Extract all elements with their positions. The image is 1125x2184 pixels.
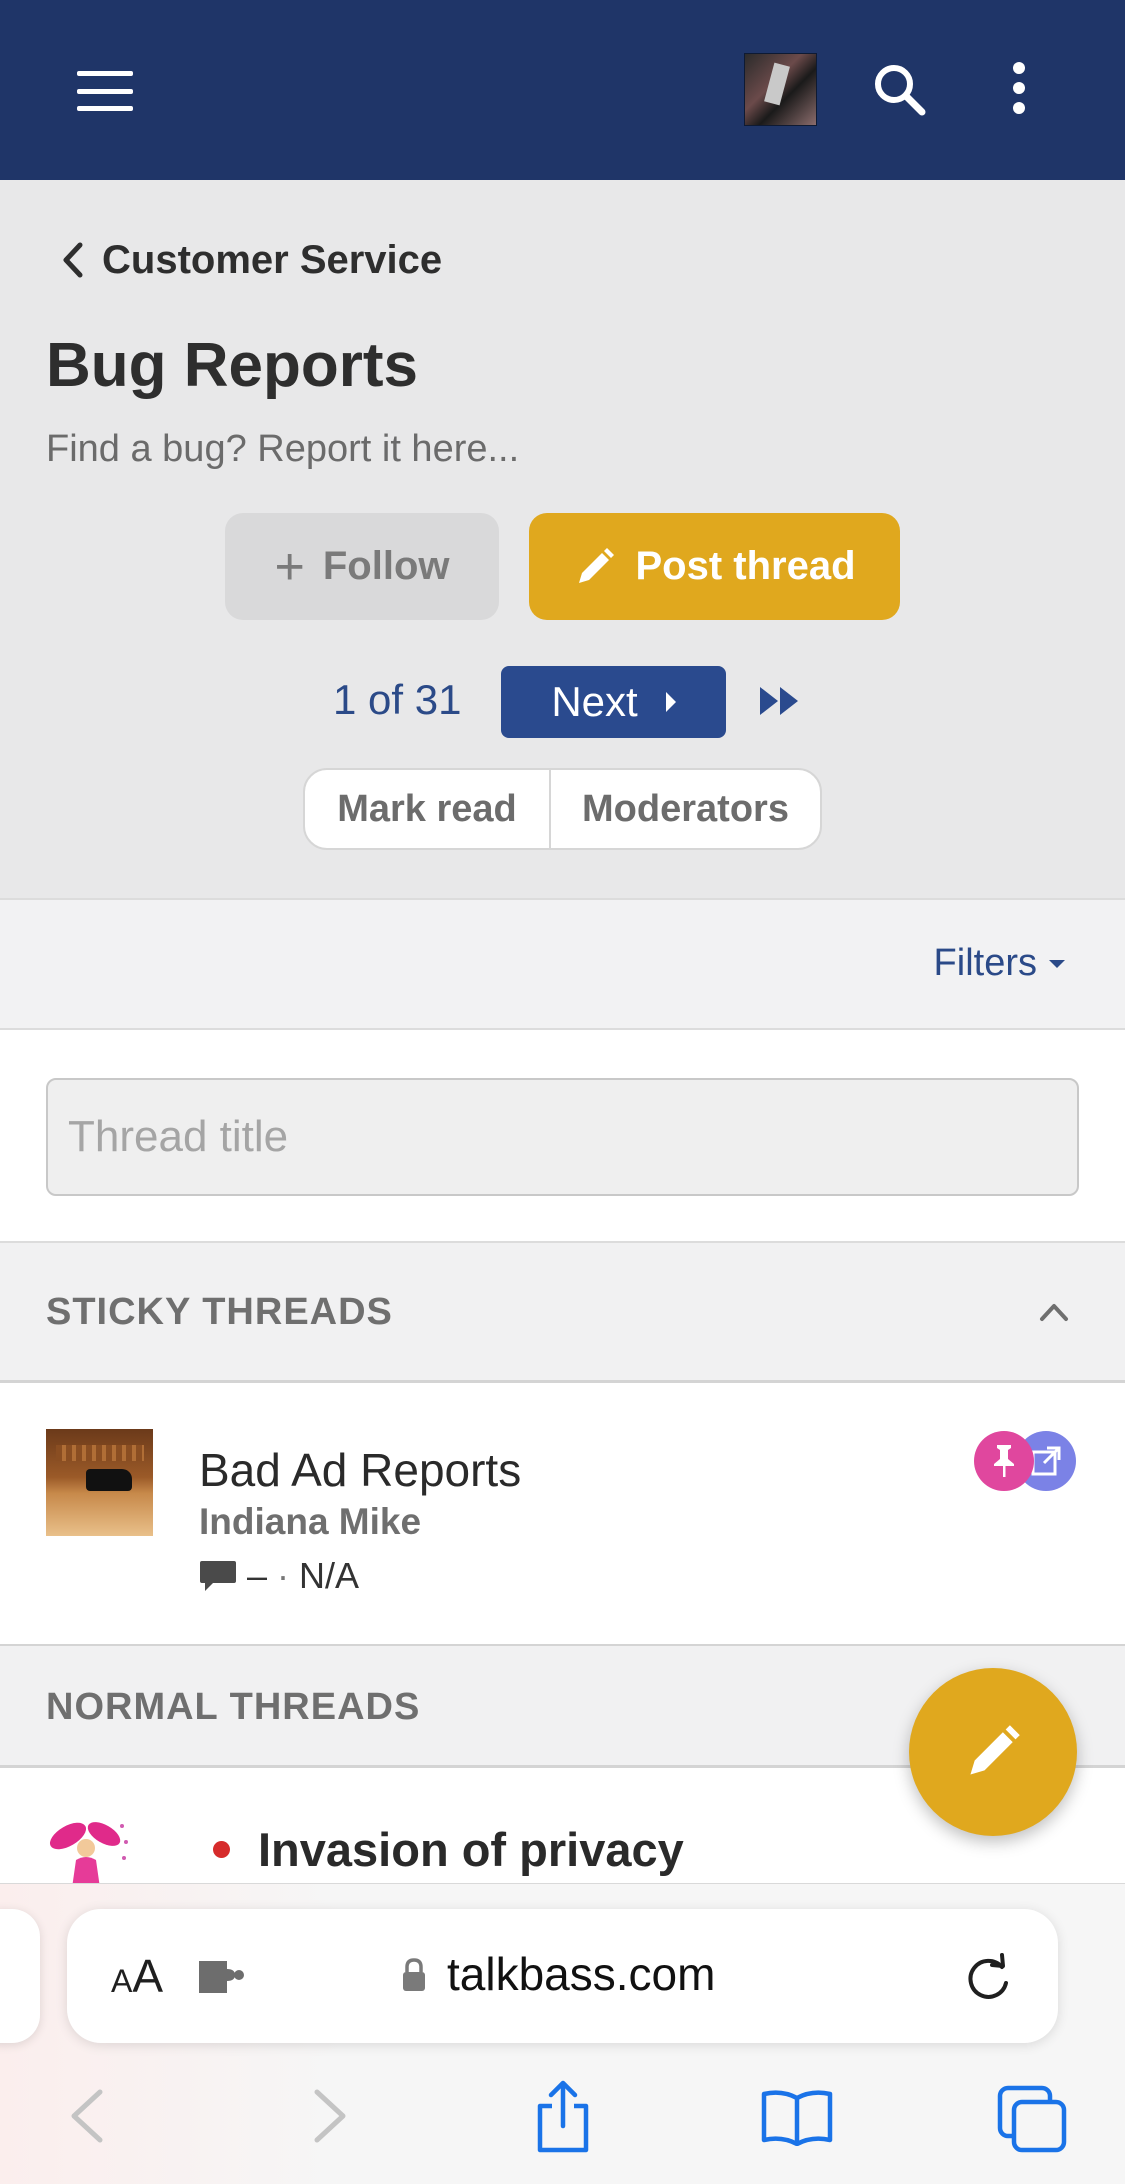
reader-settings-button[interactable]: AA xyxy=(111,1949,163,2003)
unread-indicator xyxy=(213,1841,230,1858)
pencil-icon xyxy=(970,1725,1020,1775)
back-arrow-icon[interactable] xyxy=(64,2086,112,2146)
thread-author[interactable]: Indiana Mike xyxy=(199,1501,421,1543)
bookmarks-icon[interactable] xyxy=(760,2088,834,2146)
previous-tab-preview[interactable] xyxy=(0,1909,40,2043)
more-options-icon[interactable] xyxy=(1004,60,1034,120)
plus-icon: + xyxy=(274,537,305,596)
user-avatar[interactable] xyxy=(744,53,817,126)
filters-label: Filters xyxy=(933,942,1037,984)
page-title: Bug Reports xyxy=(46,331,418,400)
sticky-threads-header[interactable]: STICKY THREADS xyxy=(0,1243,1125,1383)
aa-large: A xyxy=(132,1950,164,2002)
forward-arrow-icon[interactable] xyxy=(305,2086,353,2146)
reload-icon[interactable] xyxy=(964,1953,1014,2003)
thread-search-row xyxy=(0,1030,1125,1243)
breadcrumb-back[interactable]: Customer Service xyxy=(62,232,442,288)
share-icon[interactable] xyxy=(532,2080,594,2154)
mark-read-button[interactable]: Mark read xyxy=(305,770,551,848)
search-icon[interactable] xyxy=(870,60,930,120)
filter-bar: Filters xyxy=(0,898,1125,1030)
moderators-button[interactable]: Moderators xyxy=(551,770,820,848)
thread-title[interactable]: Invasion of privacy xyxy=(258,1822,684,1877)
next-label: Next xyxy=(551,678,638,725)
next-page-button[interactable]: Next xyxy=(501,666,726,738)
forum-action-group: Mark read Moderators xyxy=(303,768,822,850)
pin-icon xyxy=(974,1431,1034,1491)
normal-threads-label: NORMAL THREADS xyxy=(46,1686,421,1728)
caret-down-icon xyxy=(1049,959,1065,968)
comment-icon xyxy=(200,1561,236,1591)
follow-label: Follow xyxy=(322,544,450,588)
address-bar[interactable]: AA talkbass.com xyxy=(67,1909,1058,2043)
last-page-icon[interactable] xyxy=(758,684,802,718)
page-description: Find a bug? Report it here... xyxy=(46,428,520,470)
thread-title-input[interactable] xyxy=(46,1078,1079,1196)
menu-icon[interactable] xyxy=(77,71,133,111)
thread-thumbnail[interactable] xyxy=(46,1814,136,1888)
reply-count: – xyxy=(247,1555,268,1596)
post-thread-button[interactable]: Post thread xyxy=(529,513,900,620)
top-navbar xyxy=(0,0,1125,180)
thread-thumbnail[interactable] xyxy=(46,1429,153,1536)
tabs-icon[interactable] xyxy=(996,2084,1068,2154)
caret-right-icon xyxy=(665,692,676,712)
breadcrumb-label: Customer Service xyxy=(102,237,443,282)
pencil-icon xyxy=(579,547,615,583)
last-activity: N/A xyxy=(299,1555,360,1596)
url-text: talkbass.com xyxy=(447,1948,716,2000)
lock-icon xyxy=(403,1958,425,1991)
follow-button[interactable]: + Follow xyxy=(225,513,499,620)
thread-meta: – · N/A xyxy=(199,1555,359,1597)
list-item[interactable]: Bad Ad Reports Indiana Mike – · N/A xyxy=(0,1383,1125,1646)
chevron-up-icon[interactable] xyxy=(1039,1301,1069,1323)
page-indicator[interactable]: 1 of 31 xyxy=(333,676,461,724)
sticky-threads-label: STICKY THREADS xyxy=(46,1291,393,1333)
aa-small: A xyxy=(111,1963,133,1999)
post-thread-label: Post thread xyxy=(635,544,856,588)
filters-dropdown[interactable]: Filters xyxy=(934,942,1065,985)
extension-icon[interactable] xyxy=(197,1953,245,1997)
meta-separator: · xyxy=(277,1555,290,1596)
compose-fab-button[interactable] xyxy=(909,1668,1077,1836)
browser-toolbar: AA talkbass.com xyxy=(0,1883,1125,2184)
chevron-left-icon xyxy=(63,242,83,278)
thread-title[interactable]: Bad Ad Reports xyxy=(199,1443,521,1497)
